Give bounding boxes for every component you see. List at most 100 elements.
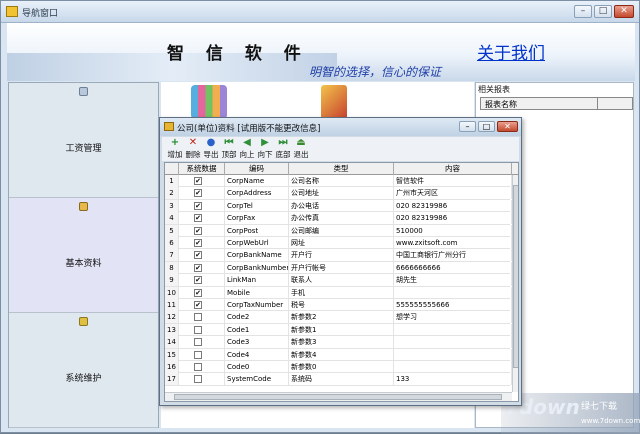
dialog-maximize-button[interactable]: □	[478, 121, 495, 132]
cell-system-data: ✔	[179, 274, 225, 287]
table-row[interactable]: 9 ✔ LinkMan 联系人 胡先生	[165, 274, 512, 287]
cell-system-data: ✔	[179, 299, 225, 311]
cell-type: 新参数4	[289, 348, 394, 361]
toolbar-button-7[interactable]: ⏏ 退出	[292, 137, 309, 161]
column-code[interactable]: 编码	[225, 163, 289, 175]
cell-value[interactable]: 020 82319986	[394, 199, 512, 212]
table-row[interactable]: 3 ✔ CorpTel 办公电话 020 82319986	[165, 199, 512, 213]
system-data-checkbox[interactable]: ✔	[194, 301, 202, 309]
toolbar-label: 退出	[293, 150, 309, 159]
nav-basic-data[interactable]: 基本资料	[9, 198, 158, 313]
close-button[interactable]: ✕	[614, 5, 634, 18]
system-data-checkbox[interactable]: ✔	[194, 276, 202, 285]
table-row[interactable]: 11 ✔ CorpTaxNumber 税号 555555555666	[165, 299, 512, 312]
cell-value[interactable]: 中国工商银行广州分行	[394, 249, 512, 262]
system-data-checkbox[interactable]	[194, 313, 202, 322]
table-row[interactable]: 2 ✔ CorpAddress 公司地址 广州市天河区	[165, 187, 512, 200]
system-data-checkbox[interactable]: ✔	[194, 288, 202, 297]
toolbar-button-4[interactable]: ◀ 向上	[238, 137, 255, 161]
column-type[interactable]: 类型	[289, 163, 394, 175]
cell-value[interactable]: 广州市天河区	[394, 187, 512, 200]
table-row[interactable]: 5 ✔ CorpPost 公司邮编 510000	[165, 224, 512, 237]
cell-value[interactable]: 想学习	[394, 311, 512, 324]
table-row[interactable]: 6 ✔ CorpWebUrl 网址 www.zxitsoft.com	[165, 237, 512, 250]
cell-value[interactable]: 智信软件	[394, 175, 512, 187]
dialog-toolbar: + 增加 ✕ 删除 ● 导出 ⏮ 顶部 ◀ 向上 ▶ 向下 ⏭ 底部 ⏏ 退出	[162, 137, 519, 161]
system-data-checkbox[interactable]: ✔	[194, 263, 202, 272]
table-row[interactable]: 8 ✔ CorpBankNumber 开户行帐号 6666666666	[165, 261, 512, 275]
left-nav: 工资管理 基本资料 系统维护	[8, 82, 159, 428]
cell-value[interactable]: 133	[394, 373, 512, 386]
cell-value[interactable]: 020 82319986	[394, 212, 512, 225]
system-data-checkbox[interactable]: ✔	[194, 177, 202, 185]
cell-type: 开户行帐号	[289, 261, 394, 274]
system-data-checkbox[interactable]	[194, 338, 202, 347]
system-data-checkbox[interactable]: ✔	[194, 239, 202, 247]
cell-value[interactable]	[394, 323, 512, 336]
nav-system[interactable]: 系统维护	[9, 313, 158, 428]
minimize-button[interactable]: –	[574, 5, 592, 18]
cell-system-data	[179, 323, 225, 336]
toolbar-button-2[interactable]: ● 导出	[202, 137, 219, 161]
cell-value[interactable]	[394, 348, 512, 361]
cell-code: Code4	[225, 348, 289, 361]
system-data-checkbox[interactable]	[194, 363, 202, 371]
horizontal-scrollbar[interactable]	[165, 392, 512, 401]
system-data-checkbox[interactable]: ✔	[194, 189, 202, 198]
table-row[interactable]: 12 Code2 新参数2 想学习	[165, 311, 512, 324]
scroll-thumb[interactable]	[174, 394, 502, 400]
toolbar-button-0[interactable]: + 增加	[166, 137, 183, 161]
report-chart-icon[interactable]	[191, 85, 227, 119]
table-row[interactable]: 10 ✔ Mobile 手机	[165, 286, 512, 299]
system-data-checkbox[interactable]: ✔	[194, 214, 202, 223]
cell-system-data: ✔	[179, 261, 225, 274]
toolbar-button-1[interactable]: ✕ 删除	[184, 137, 201, 161]
vertical-scrollbar[interactable]	[512, 175, 518, 392]
table-row[interactable]: 14 Code3 新参数3	[165, 336, 512, 349]
toolbar-button-3[interactable]: ⏮ 顶部	[220, 137, 237, 161]
book-icon[interactable]	[321, 85, 347, 119]
system-data-checkbox[interactable]	[194, 325, 202, 334]
row-number: 15	[165, 348, 179, 361]
dialog-close-button[interactable]: ✕	[497, 121, 518, 132]
toolbar-button-6[interactable]: ⏭ 底部	[274, 137, 291, 161]
table-row[interactable]: 16 Code0 新参数0	[165, 361, 512, 374]
toolbar-icon: ⏏	[296, 137, 306, 148]
nav-salary[interactable]: 工资管理	[9, 83, 158, 198]
cell-value[interactable]: 510000	[394, 224, 512, 237]
toolbar-icon: ◀	[243, 137, 251, 148]
maximize-button[interactable]: □	[594, 5, 612, 18]
system-data-checkbox[interactable]	[194, 375, 202, 384]
cell-value[interactable]: 胡先生	[394, 274, 512, 287]
table-row[interactable]: 7 ✔ CorpBankName 开户行 中国工商银行广州分行	[165, 249, 512, 262]
banner: 智 信 软 件 关于我们 明智的选择，信心的保证	[7, 23, 635, 81]
cell-value[interactable]	[394, 361, 512, 373]
cell-value[interactable]	[394, 286, 512, 299]
cell-value[interactable]	[394, 336, 512, 349]
column-system-data[interactable]: 系统数据	[179, 163, 225, 175]
about-us-link[interactable]: 关于我们	[477, 39, 545, 64]
system-data-checkbox[interactable]: ✔	[194, 201, 202, 210]
cell-code: CorpAddress	[225, 187, 289, 200]
table-row[interactable]: 1 ✔ CorpName 公司名称 智信软件	[165, 175, 512, 188]
toolbar-icon: ●	[206, 137, 216, 148]
dialog-icon	[164, 122, 174, 131]
row-number: 6	[165, 237, 179, 249]
cell-code: Code0	[225, 361, 289, 373]
system-data-checkbox[interactable]	[194, 350, 202, 359]
column-content[interactable]: 内容	[394, 163, 512, 175]
dialog-minimize-button[interactable]: –	[459, 121, 476, 132]
cell-value[interactable]: 6666666666	[394, 261, 512, 274]
cell-code: CorpWebUrl	[225, 237, 289, 249]
table-row[interactable]: 15 Code4 新参数4	[165, 348, 512, 361]
cell-system-data	[179, 361, 225, 373]
system-data-checkbox[interactable]: ✔	[194, 226, 202, 235]
cell-value[interactable]: 555555555666	[394, 299, 512, 311]
table-row[interactable]: 13 Code1 新参数1	[165, 323, 512, 337]
cell-value[interactable]: www.zxitsoft.com	[394, 237, 512, 249]
scroll-thumb[interactable]	[513, 185, 518, 368]
table-row[interactable]: 17 SystemCode 系统码 133	[165, 373, 512, 386]
system-data-checkbox[interactable]: ✔	[194, 251, 202, 260]
toolbar-button-5[interactable]: ▶ 向下	[256, 137, 273, 161]
table-row[interactable]: 4 ✔ CorpFax 办公传真 020 82319986	[165, 212, 512, 225]
